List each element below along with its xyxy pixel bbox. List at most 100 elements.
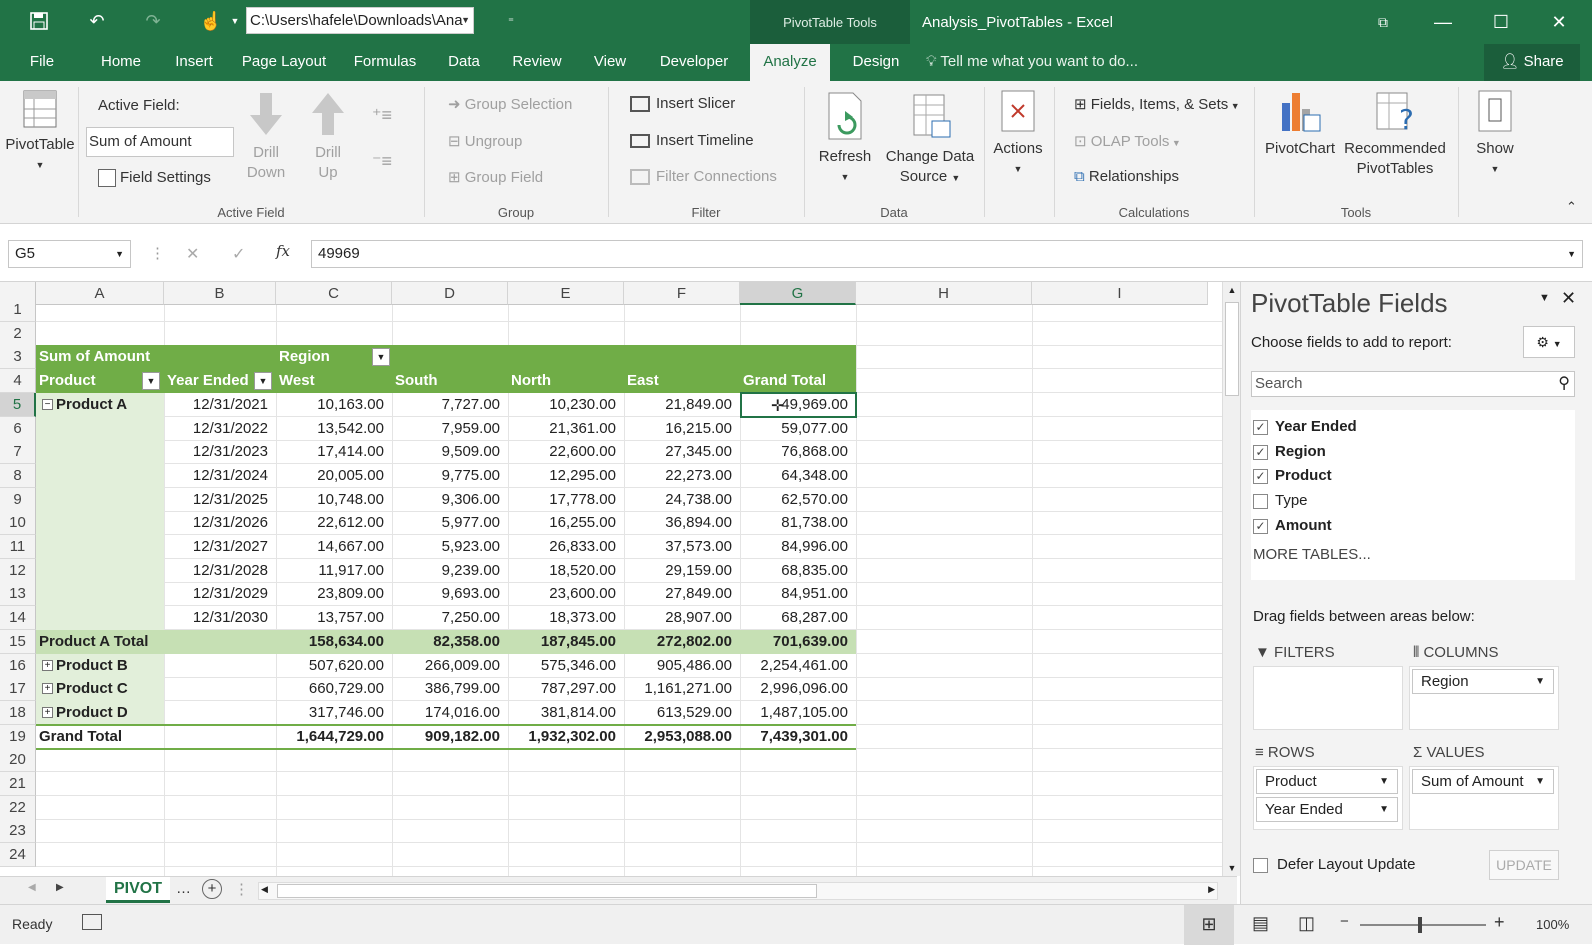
- tab-review[interactable]: Review: [502, 44, 572, 81]
- area-field-item[interactable]: Year Ended ▼: [1256, 797, 1398, 822]
- value-cell[interactable]: 613,529.00: [624, 701, 740, 725]
- value-cell[interactable]: 2,996,096.00: [740, 677, 856, 701]
- vertical-scrollbar[interactable]: ▲ ▼: [1222, 282, 1240, 876]
- pivotchart-button[interactable]: PivotChart: [1262, 89, 1338, 159]
- path-dropdown-icon[interactable]: ▼: [461, 8, 470, 33]
- horizontal-scroll-thumb[interactable]: [277, 884, 817, 898]
- value-cell[interactable]: 5,977.00: [392, 511, 508, 535]
- area-field-dropdown-icon[interactable]: ▼: [1379, 798, 1389, 821]
- insert-slicer-button[interactable]: Insert Slicer: [630, 95, 735, 113]
- value-cell[interactable]: 7,250.00: [392, 606, 508, 630]
- row-header-8[interactable]: 8: [0, 463, 36, 488]
- row-header-24[interactable]: 24: [0, 843, 36, 868]
- value-cell[interactable]: 1,487,105.00: [740, 701, 856, 725]
- row-header-19[interactable]: 19: [0, 724, 36, 749]
- value-cell[interactable]: 81,738.00: [740, 511, 856, 535]
- field-checkbox-product[interactable]: ✓: [1253, 469, 1268, 485]
- row-header-16[interactable]: 16: [0, 653, 36, 678]
- layout-settings-button[interactable]: ⚙ ▼: [1523, 326, 1575, 358]
- value-cell[interactable]: 266,009.00: [392, 654, 508, 678]
- year-cell[interactable]: 12/31/2022: [164, 417, 276, 441]
- value-cell[interactable]: 18,520.00: [508, 559, 624, 583]
- pivottable-button[interactable]: PivotTable ▼: [4, 89, 76, 175]
- year-filter-dropdown-icon[interactable]: ▼: [254, 372, 272, 391]
- tab-home[interactable]: Home: [92, 44, 150, 81]
- field-checkbox-region[interactable]: ✓: [1253, 444, 1268, 460]
- share-button[interactable]: 👤︎ Share: [1484, 44, 1580, 81]
- row-header-23[interactable]: 23: [0, 819, 36, 844]
- refresh-button[interactable]: Refresh ▼: [810, 91, 880, 187]
- value-cell[interactable]: 22,600.00: [508, 440, 624, 464]
- tab-developer[interactable]: Developer: [648, 44, 740, 81]
- column-header-d[interactable]: D: [392, 282, 508, 305]
- recommended-pivottables-button[interactable]: ? Recommended PivotTables: [1340, 89, 1450, 179]
- column-header-b[interactable]: B: [164, 282, 276, 305]
- row-header-1[interactable]: 1: [0, 298, 36, 322]
- row-header-17[interactable]: 17: [0, 677, 36, 702]
- row-header-22[interactable]: 22: [0, 795, 36, 820]
- column-header-c[interactable]: C: [276, 282, 392, 305]
- value-cell[interactable]: 12,295.00: [508, 464, 624, 488]
- zoom-slider-thumb[interactable]: [1418, 917, 1422, 933]
- value-cell[interactable]: 37,573.00: [624, 535, 740, 559]
- value-cell[interactable]: 22,612.00: [276, 511, 392, 535]
- value-cell[interactable]: 16,215.00: [624, 417, 740, 441]
- row-header-2[interactable]: 2: [0, 321, 36, 346]
- scroll-up-icon[interactable]: ▲: [1224, 282, 1240, 298]
- value-cell[interactable]: 10,230.00: [508, 393, 624, 417]
- year-cell[interactable]: 12/31/2025: [164, 488, 276, 512]
- row-header-13[interactable]: 13: [0, 582, 36, 607]
- add-sheet-icon[interactable]: +: [202, 879, 222, 899]
- value-cell[interactable]: 18,373.00: [508, 606, 624, 630]
- scroll-down-icon[interactable]: ▼: [1224, 860, 1240, 876]
- undo-icon[interactable]: ↶: [80, 6, 114, 36]
- pane-options-icon[interactable]: ▼: [1539, 292, 1550, 304]
- collapse-ribbon-icon[interactable]: ⌃: [1566, 199, 1577, 215]
- grand-total-value[interactable]: 1,644,729.00: [276, 725, 392, 749]
- subtotal-value[interactable]: 701,639.00: [740, 630, 856, 654]
- name-box[interactable]: G5 ▼: [8, 240, 131, 268]
- grand-total-value[interactable]: 2,953,088.00: [624, 725, 740, 749]
- field-name[interactable]: Type: [1275, 492, 1308, 509]
- file-path-combo[interactable]: C:\Users\hafele\Downloads\Ana ▼: [246, 7, 474, 34]
- grand-total-value[interactable]: 7,439,301.00: [740, 725, 856, 749]
- zoom-in-icon[interactable]: +: [1494, 912, 1505, 933]
- value-cell[interactable]: 317,746.00: [276, 701, 392, 725]
- maximize-icon[interactable]: ☐: [1478, 0, 1524, 44]
- area-field-dropdown-icon[interactable]: ▼: [1535, 670, 1545, 693]
- value-cell[interactable]: 59,077.00: [740, 417, 856, 441]
- values-area[interactable]: Sum of Amount ▼: [1409, 766, 1559, 830]
- value-cell[interactable]: 76,868.00: [740, 440, 856, 464]
- zoom-out-icon[interactable]: −: [1340, 913, 1349, 930]
- value-cell[interactable]: 20,005.00: [276, 464, 392, 488]
- value-cell[interactable]: 21,361.00: [508, 417, 624, 441]
- value-cell[interactable]: 24,738.00: [624, 488, 740, 512]
- field-search-box[interactable]: Search ⚲: [1251, 371, 1575, 397]
- value-cell[interactable]: 14,667.00: [276, 535, 392, 559]
- tab-design[interactable]: Design: [838, 44, 914, 81]
- value-cell[interactable]: 10,163.00: [276, 393, 392, 417]
- value-cell[interactable]: 84,996.00: [740, 535, 856, 559]
- value-cell[interactable]: 62,570.00: [740, 488, 856, 512]
- value-cell[interactable]: 1,161,271.00: [624, 677, 740, 701]
- tab-insert[interactable]: Insert: [166, 44, 222, 81]
- sheet-nav-next-icon[interactable]: ▶: [56, 882, 64, 893]
- value-cell[interactable]: 2,254,461.00: [740, 654, 856, 678]
- filters-area[interactable]: [1253, 666, 1403, 730]
- row-header-12[interactable]: 12: [0, 558, 36, 583]
- field-name[interactable]: Year Ended: [1275, 418, 1357, 435]
- value-cell[interactable]: 10,748.00: [276, 488, 392, 512]
- value-cell[interactable]: 28,907.00: [624, 606, 740, 630]
- year-cell[interactable]: 12/31/2024: [164, 464, 276, 488]
- insert-timeline-button[interactable]: Insert Timeline: [630, 132, 754, 149]
- value-cell[interactable]: 29,159.00: [624, 559, 740, 583]
- area-field-dropdown-icon[interactable]: ▼: [1379, 770, 1389, 793]
- value-cell[interactable]: 575,346.00: [508, 654, 624, 678]
- formula-input[interactable]: 49969 ▼: [311, 240, 1583, 268]
- value-cell[interactable]: 660,729.00: [276, 677, 392, 701]
- tell-me-box[interactable]: 💡︎ Tell me what you want to do...: [926, 44, 1138, 81]
- value-cell[interactable]: 16,255.00: [508, 511, 624, 535]
- save-icon[interactable]: [22, 6, 56, 36]
- value-cell[interactable]: 17,778.00: [508, 488, 624, 512]
- year-cell[interactable]: 12/31/2026: [164, 511, 276, 535]
